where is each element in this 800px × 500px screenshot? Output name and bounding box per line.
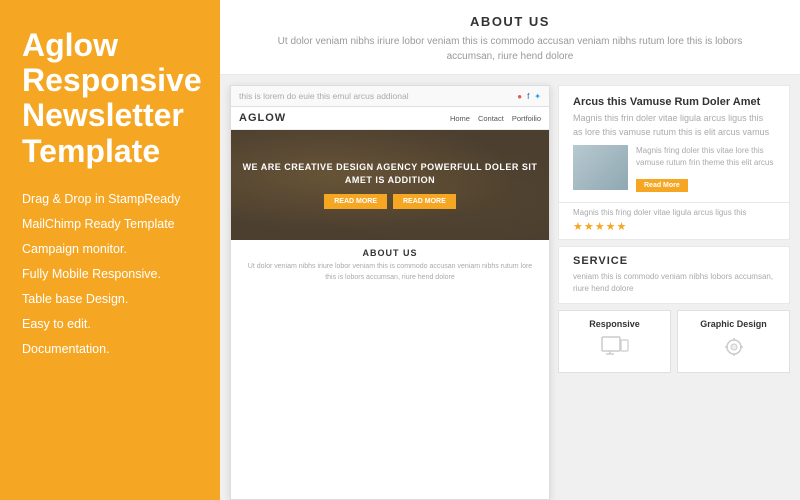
- close-icon: ●: [517, 92, 522, 101]
- hero-buttons: Read More Read More: [324, 194, 456, 209]
- newsletter-logo: AGLOW: [239, 112, 286, 124]
- read-more-button[interactable]: Read More: [636, 179, 688, 192]
- article-content: Magnis fring doler this vitae lore this …: [573, 145, 775, 192]
- newsletter-nav-links: Home Contact Portfoilio: [450, 114, 541, 123]
- top-about-heading: ABOUT US: [260, 14, 760, 29]
- newsletter-hero: WE ARE CREATIVE DESIGN AGENCY POWERFULL …: [231, 130, 549, 240]
- main-content: this is lorem do euie this emul arcus ad…: [220, 75, 800, 500]
- feature-item: Table base Design.: [22, 287, 198, 312]
- facebook-icon: f: [527, 92, 529, 101]
- preview-about: ABOUT US Ut dolor veniam nibhs iriure lo…: [231, 240, 549, 289]
- right-panel: ABOUT US Ut dolor veniam nibhs iriure lo…: [220, 0, 800, 500]
- article-image-inner: [573, 145, 628, 190]
- right-side-column: Arcus this Vamuse Rum Doler Amet Magnis …: [550, 75, 800, 500]
- service-heading: SERVICE: [573, 255, 775, 267]
- responsive-icon: [601, 336, 629, 364]
- top-about-text: Ut dolor veniam nibhs iriure lobor venia…: [260, 34, 760, 64]
- card-graphic-design: Graphic Design: [677, 310, 790, 373]
- feature-item: Easy to edit.: [22, 312, 198, 337]
- features-list: Drag & Drop in StampReadyMailChimp Ready…: [22, 187, 198, 362]
- bottom-cards: Responsive Graphic Design: [558, 310, 790, 373]
- left-panel: Aglow Responsive Newsletter Template Dra…: [0, 0, 220, 500]
- nav-link[interactable]: Contact: [478, 114, 504, 123]
- hero-heading: WE ARE CREATIVE DESIGN AGENCY POWERFULL …: [239, 161, 541, 186]
- preview-about-text: Ut dolor veniam nibhs iriure lobor venia…: [243, 262, 537, 283]
- twitter-icon: ✦: [534, 92, 541, 101]
- preview-about-heading: ABOUT US: [243, 248, 537, 258]
- product-title: Aglow Responsive Newsletter Template: [22, 28, 198, 169]
- service-text: veniam this is commodo veniam nibhs lobo…: [573, 271, 775, 295]
- stars-review: Magnis this fring doler vitae ligula arc…: [558, 203, 790, 240]
- feature-item: Documentation.: [22, 337, 198, 362]
- hero-read-more-btn-1[interactable]: Read More: [324, 194, 387, 209]
- article-section: Arcus this Vamuse Rum Doler Amet Magnis …: [558, 85, 790, 203]
- card-responsive-title: Responsive: [589, 319, 640, 329]
- top-about-section: ABOUT US Ut dolor veniam nibhs iriure lo…: [220, 0, 800, 75]
- hero-read-more-btn-2[interactable]: Read More: [393, 194, 456, 209]
- feature-item: Fully Mobile Responsive.: [22, 262, 198, 287]
- nav-link[interactable]: Portfoilio: [512, 114, 541, 123]
- nav-link[interactable]: Home: [450, 114, 470, 123]
- article-image: [573, 145, 628, 190]
- service-section: SERVICE veniam this is commodo veniam ni…: [558, 246, 790, 304]
- feature-item: Drag & Drop in StampReady: [22, 187, 198, 212]
- social-icons: ● f ✦: [517, 92, 541, 101]
- feature-item: Campaign monitor.: [22, 237, 198, 262]
- card-graphic-design-title: Graphic Design: [700, 319, 767, 329]
- newsletter-preview: this is lorem do euie this emul arcus ad…: [230, 85, 550, 500]
- article-text: Magnis fring doler this vitae lore this …: [636, 145, 775, 192]
- article-detail: Magnis fring doler this vitae lore this …: [636, 145, 775, 169]
- review-text: Magnis this fring doler vitae ligula arc…: [573, 208, 775, 217]
- article-heading: Arcus this Vamuse Rum Doler Amet: [573, 96, 775, 108]
- graphic-design-icon: [720, 336, 748, 363]
- newsletter-navbar: AGLOW Home Contact Portfoilio: [231, 107, 549, 130]
- card-responsive: Responsive: [558, 310, 671, 373]
- email-bar: this is lorem do euie this emul arcus ad…: [231, 86, 549, 107]
- feature-item: MailChimp Ready Template: [22, 212, 198, 237]
- stars-rating: ★★★★★: [573, 220, 775, 233]
- email-subject: this is lorem do euie this emul arcus ad…: [239, 91, 409, 101]
- article-intro: Magnis this frin doler vitae ligula arcu…: [573, 112, 775, 139]
